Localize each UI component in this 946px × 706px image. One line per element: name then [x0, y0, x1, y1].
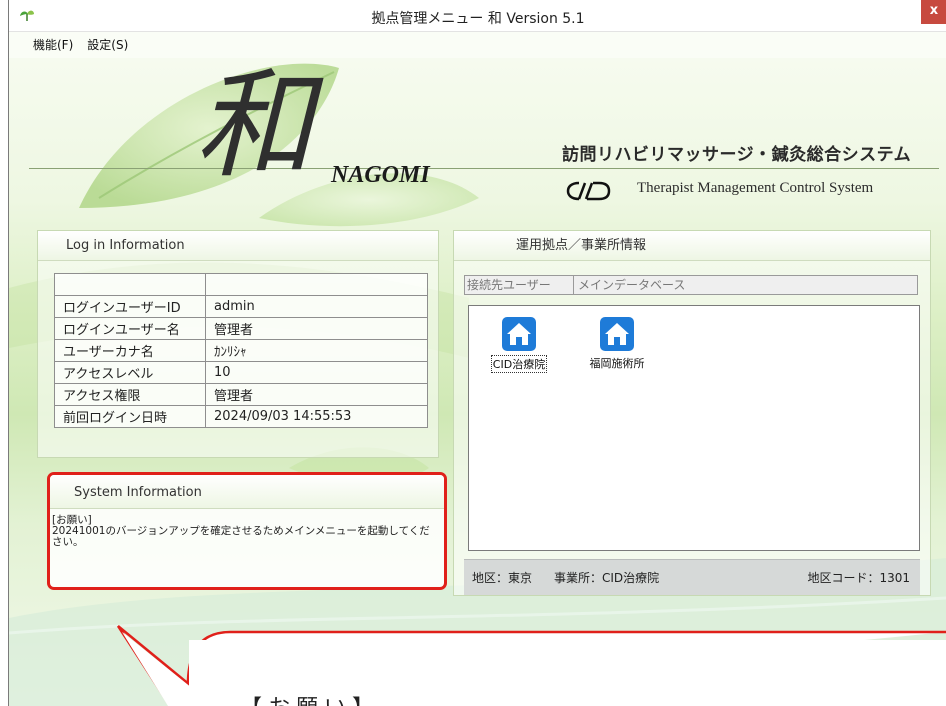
login-key: ログインユーザーID	[54, 295, 206, 318]
table-row: ユーザーカナ名 ｶﾝﾘｼｬ	[54, 339, 428, 362]
window-title: 拠点管理メニュー 和 Version 5.1	[371, 11, 585, 27]
table-row: アクセス権限 管理者	[54, 383, 428, 406]
login-value: ｶﾝﾘｼｬ	[205, 339, 428, 362]
logo-nagomi: NAGOMI	[331, 162, 430, 188]
login-key: ログインユーザー名	[54, 317, 206, 340]
login-key: 前回ログイン日時	[54, 405, 206, 428]
menu-item-function[interactable]: 機能(F)	[33, 36, 73, 56]
table-row	[54, 273, 428, 296]
title-bar: 拠点管理メニュー 和 Version 5.1 x	[9, 0, 946, 32]
connection-row: 接続先ユーザー メインデータベース	[464, 275, 918, 295]
connection-label: 接続先ユーザー	[464, 275, 574, 295]
logo-kanji: 和	[195, 56, 314, 194]
table-row: 前回ログイン日時 2024/09/03 14:55:53	[54, 405, 428, 428]
system-title: 訪問リハビリマッサージ・鍼灸総合システム	[562, 145, 912, 165]
table-cell	[54, 273, 206, 296]
site-label: 福岡施術所	[589, 357, 645, 370]
site-list: CID治療院 福岡施術所	[468, 305, 920, 551]
table-row: ログインユーザー名 管理者	[54, 317, 428, 340]
connection-value: メインデータベース	[574, 275, 918, 295]
system-info-title: System Information	[50, 475, 444, 509]
login-value: 管理者	[205, 383, 428, 406]
system-subtitle: Therapist Management Control System	[637, 180, 874, 196]
login-value: admin	[205, 295, 428, 318]
header-divider	[29, 168, 939, 169]
status-area: 地区：東京	[472, 571, 533, 585]
login-key: ユーザーカナ名	[54, 339, 206, 362]
house-icon	[502, 317, 536, 351]
house-icon	[600, 317, 634, 351]
system-info-panel: System Information [お願い] 20241001のバージョンア…	[47, 472, 447, 590]
status-area-code: 地区コード：1301	[807, 571, 910, 585]
menu-item-settings[interactable]: 設定(S)	[87, 36, 128, 56]
login-value: 管理者	[205, 317, 428, 340]
site-item-cid[interactable]: CID治療院	[479, 316, 559, 373]
sites-panel: 運用拠点／事業所情報 接続先ユーザー メインデータベース CID治療院 福岡施術…	[453, 230, 931, 596]
sites-panel-title: 運用拠点／事業所情報	[454, 231, 930, 261]
status-office: 事業所：CID治療院	[554, 571, 660, 585]
cid-logo-icon	[566, 181, 611, 201]
login-key: アクセス権限	[54, 383, 206, 406]
login-info-title: Log in Information	[38, 231, 438, 261]
menu-bar: 機能(F) 設定(S)	[9, 36, 128, 56]
callout-text: 【お願い】	[240, 690, 380, 706]
close-button[interactable]: x	[921, 0, 946, 24]
site-item-fukuoka[interactable]: 福岡施術所	[577, 316, 657, 371]
login-info-panel: Log in Information ログインユーザーID admin ログイン…	[37, 230, 439, 458]
table-cell	[205, 273, 428, 296]
site-label: CID治療院	[490, 355, 548, 373]
login-info-table: ログインユーザーID admin ログインユーザー名 管理者 ユーザーカナ名 ｶ…	[54, 273, 428, 428]
login-key: アクセスレベル	[54, 361, 206, 384]
login-value: 10	[205, 361, 428, 384]
site-status-bar: 地区：東京 事業所：CID治療院 地区コード：1301	[464, 559, 920, 595]
login-value: 2024/09/03 14:55:53	[205, 405, 428, 428]
table-row: アクセスレベル 10	[54, 361, 428, 384]
table-row: ログインユーザーID admin	[54, 295, 428, 318]
system-info-message: [お願い] 20241001のバージョンアップを確定させるためメインメニューを起…	[52, 514, 430, 548]
main-window: 拠点管理メニュー 和 Version 5.1 x 機能(F) 設定(S) 和 N…	[8, 0, 946, 706]
